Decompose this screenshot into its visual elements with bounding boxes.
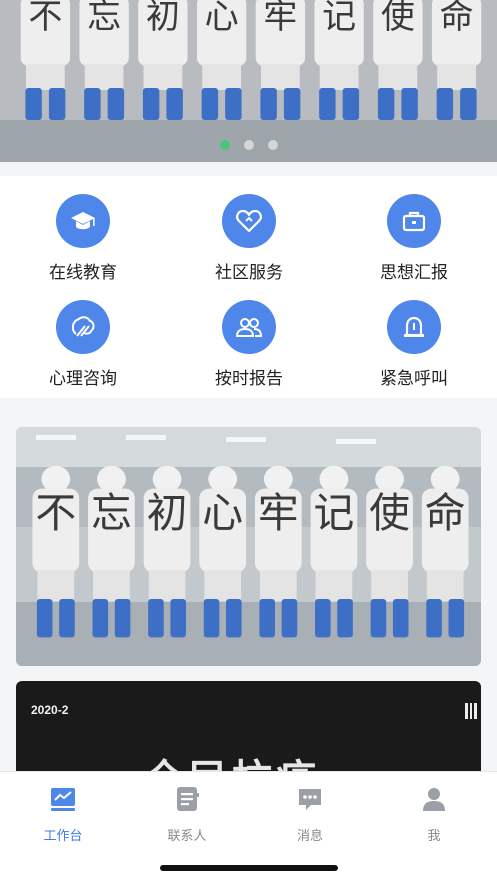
calligraphy-character: 记 [314,489,355,537]
tab-label: 消息 [296,829,323,844]
heart-icon [222,194,276,248]
function-timely-report[interactable]: 按时报告 [179,300,319,389]
calligraphy-character: 不 [35,489,76,537]
tab-workbench[interactable]: 工作台 [18,784,108,844]
function-online-education[interactable]: 在线教育 [13,194,153,283]
calligraphy-character: 初 [146,0,180,37]
tab-contacts[interactable]: 联系人 [142,784,232,844]
banner-photo: 不忘初心牢记使命 [0,0,497,162]
psychology-icon [56,300,110,354]
top-banner-carousel[interactable]: 不忘初心牢记使命 [0,0,497,162]
calligraphy-character: 不 [28,0,62,37]
workbench-icon [48,784,78,814]
calligraphy-character: 忘 [87,0,121,37]
tab-label: 工作台 [43,829,83,844]
tab-label: 联系人 [167,829,207,844]
calligraphy-character: 使 [381,0,415,37]
carousel-dot-2[interactable] [243,140,254,150]
function-label: 心理咨询 [49,369,117,389]
function-emergency-call[interactable]: 紧急呼叫 [344,300,484,389]
function-community-service[interactable]: 社区服务 [179,194,319,283]
carousel-indicator [0,140,497,150]
alarm-light-icon [387,300,441,354]
calligraphy-character: 使 [369,489,410,537]
function-label: 社区服务 [215,263,283,283]
function-grid: 在线教育 社区服务 思想汇报 心理咨询 按时报告 紧急呼叫 [0,176,497,398]
calligraphy-character: 命 [440,0,474,37]
calligraphy-character: 心 [205,0,239,37]
menu-bars-icon [465,703,478,719]
tab-label: 我 [427,829,441,844]
group-icon [222,300,276,354]
contacts-icon [172,784,202,814]
medical-staff-photo: 不忘初心牢记使命 [16,427,481,666]
function-psychological-counseling[interactable]: 心理咨询 [13,300,153,389]
article-image-2[interactable]: 2020-2 全民抗疫 [16,681,481,781]
carousel-dot-3[interactable] [267,140,278,150]
function-label: 思想汇报 [380,263,448,283]
calligraphy-character: 初 [147,489,188,537]
calligraphy-character: 记 [322,0,356,37]
function-thought-report[interactable]: 思想汇报 [344,194,484,283]
graduation-cap-icon [56,194,110,248]
message-icon [295,784,325,814]
briefcase-icon [387,194,441,248]
function-label: 在线教育 [49,263,117,283]
user-icon [419,784,449,814]
calligraphy-character: 心 [202,489,243,537]
function-label: 紧急呼叫 [380,369,448,389]
tab-me[interactable]: 我 [389,784,479,844]
calligraphy-character: 命 [425,489,466,537]
home-indicator[interactable] [160,865,338,871]
tab-messages[interactable]: 消息 [265,784,355,844]
function-label: 按时报告 [215,369,283,389]
calligraphy-character: 牢 [263,0,297,37]
carousel-dot-1[interactable] [219,140,230,150]
article-date: 2020-2 [31,703,69,717]
calligraphy-character: 牢 [258,489,299,537]
calligraphy-character: 忘 [91,489,132,537]
article-image-1[interactable]: 不忘初心牢记使命 [16,427,481,666]
